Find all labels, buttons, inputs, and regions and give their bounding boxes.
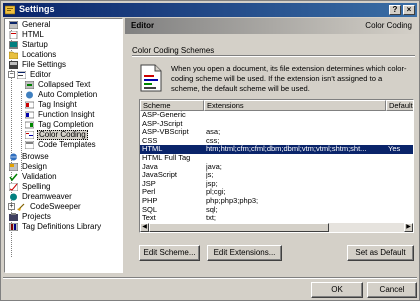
color-icon: [25, 131, 34, 139]
spelling-icon: [9, 183, 18, 191]
help-button[interactable]: ?: [389, 5, 401, 15]
auto-icon: [26, 91, 33, 99]
scheme-row[interactable]: JSP jsp;: [140, 180, 413, 189]
section-divider: [132, 55, 415, 57]
column-header-default[interactable]: Default?: [386, 100, 413, 111]
scheme-row[interactable]: HTML Full Tag: [140, 154, 413, 163]
tag-icon: [25, 121, 34, 129]
projects-icon: [9, 213, 18, 221]
scheme-row[interactable]: ASP-Generic: [140, 111, 413, 120]
file-icon: [9, 61, 18, 69]
design-icon: [9, 163, 18, 171]
extensions-cell: txt;: [206, 214, 217, 223]
general-icon: [9, 21, 18, 29]
panel-subtitle: Color Coding: [365, 21, 412, 30]
scheme-list[interactable]: Scheme Extensions Default? ASP-GenericAS…: [139, 99, 414, 233]
editor-expander[interactable]: −: [8, 71, 15, 78]
settings-app-icon: [5, 5, 15, 15]
template-icon: [25, 141, 34, 149]
set-as-default-button[interactable]: Set as Default: [347, 245, 414, 261]
folder-icon: [9, 51, 18, 59]
insight-icon: [25, 101, 34, 109]
scheme-cell: HTML Full Tag: [142, 154, 191, 162]
cancel-button[interactable]: Cancel: [367, 282, 417, 298]
sweeper-icon: [17, 203, 25, 211]
description-text: When you open a document, its file exten…: [171, 64, 407, 93]
scheme-cell: PHP: [142, 197, 158, 205]
scroll-thumb[interactable]: [149, 223, 329, 232]
extensions-cell: jsp;: [206, 179, 218, 188]
scheme-cell: ASP-JScript: [142, 119, 183, 128]
validation-icon: [9, 173, 18, 181]
column-header-extensions[interactable]: Extensions: [204, 100, 386, 111]
edit-extensions-button[interactable]: Edit Extensions...: [207, 245, 282, 261]
extensions-cell: sql;: [206, 205, 218, 214]
scheme-cell: JSP: [142, 179, 156, 188]
scheme-cell: CSS: [142, 136, 158, 145]
footer-divider: [3, 277, 417, 279]
window-title: Settings: [19, 4, 55, 14]
startup-icon: [9, 41, 18, 49]
dreamweaver-icon: [10, 193, 17, 201]
scheme-row[interactable]: ASP-VBScript asa;: [140, 128, 413, 137]
panel-title: Editor: [131, 21, 155, 30]
html-icon: [9, 31, 18, 39]
settings-window: Settings ? × General HTML Startup Locati…: [0, 0, 420, 301]
codesweeper-expander[interactable]: +: [8, 203, 15, 210]
scheme-row[interactable]: Text txt;: [140, 214, 413, 223]
scheme-row[interactable]: Perl pl;cgi;: [140, 188, 413, 197]
column-header-scheme[interactable]: Scheme: [140, 100, 204, 111]
ok-button[interactable]: OK: [311, 282, 363, 298]
scheme-cell: Text: [142, 214, 156, 223]
scheme-cell: Java: [142, 162, 158, 171]
close-button[interactable]: ×: [403, 5, 415, 15]
section-label: Color Coding Schemes: [132, 46, 215, 55]
scroll-right-icon[interactable]: ▶: [404, 223, 413, 232]
scheme-cell: ASP-VBScript: [142, 128, 189, 137]
scheme-cell: ASP-Generic: [142, 111, 186, 119]
extensions-cell: htm;html;cfm;cfml;dbm;dbml;vtm;vtml;shtm…: [206, 145, 367, 154]
scheme-cell: JavaScript: [142, 171, 178, 180]
scheme-row[interactable]: JavaScript js;: [140, 171, 413, 180]
scroll-left-icon[interactable]: ◀: [140, 223, 149, 232]
scheme-row[interactable]: Java java;: [140, 163, 413, 172]
extensions-cell: php;php3;php3;: [206, 197, 259, 205]
scheme-row[interactable]: SQL sql;: [140, 206, 413, 215]
scheme-cell: Perl: [142, 188, 156, 197]
editor-icon: [17, 71, 26, 79]
edit-scheme-button[interactable]: Edit Scheme...: [139, 245, 200, 261]
scheme-row[interactable]: ASP-JScript: [140, 120, 413, 129]
scheme-row[interactable]: CSS css;: [140, 137, 413, 146]
settings-tree[interactable]: General HTML Startup Locations File Sett…: [4, 18, 123, 273]
scheme-row[interactable]: PHP php;php3;php3;: [140, 197, 413, 206]
horizontal-scrollbar[interactable]: ◀ ▶: [140, 223, 413, 232]
default-cell: Yes: [388, 145, 401, 154]
title-bar: Settings ? ×: [3, 3, 417, 17]
extensions-cell: java;: [206, 162, 222, 171]
function-icon: [25, 111, 34, 119]
scheme-cell: HTML: [142, 145, 163, 154]
extensions-cell: asa;: [206, 128, 221, 137]
document-color-icon: [140, 64, 162, 92]
panel-header: Editor Color Coding: [125, 18, 417, 34]
scheme-row[interactable]: HTML htm;html;cfm;cfml;dbm;dbml;vtm;vtml;…: [140, 145, 413, 154]
extensions-cell: js;: [206, 171, 214, 180]
scheme-cell: SQL: [142, 205, 158, 214]
library-icon: [9, 223, 18, 231]
extensions-cell: pl;cgi;: [206, 188, 226, 197]
extensions-cell: css;: [206, 136, 220, 145]
browse-icon: [10, 153, 17, 161]
collapse-icon: [25, 81, 34, 89]
